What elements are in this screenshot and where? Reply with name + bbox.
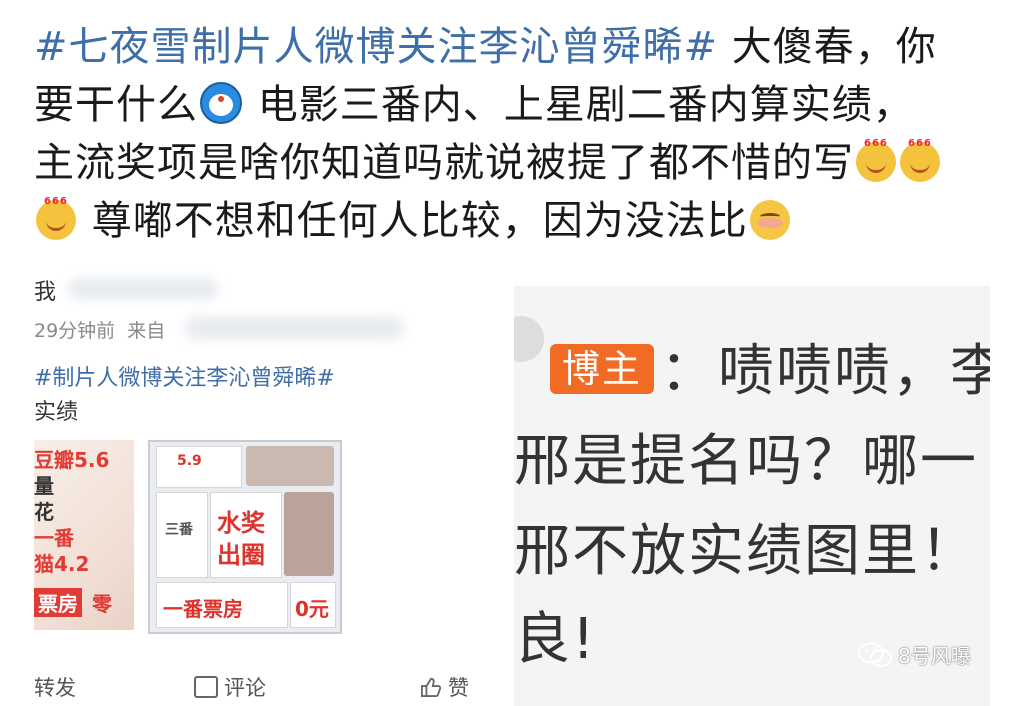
collage-photo: [246, 446, 334, 486]
comment-line-1: 博主 ：啧啧啧，李: [550, 340, 990, 404]
post-text-segment: 电影三番内、上星剧二番内算实绩，: [244, 82, 914, 128]
collage-label: 水奖: [217, 509, 265, 537]
collage-label: 三番: [165, 522, 193, 538]
post-text-segment: 主流奖项是啥你知道吗就说被提了都不惜的写: [34, 140, 854, 186]
image-tag: 票房: [34, 588, 82, 617]
image-tag: 豆瓣5.6: [34, 448, 110, 472]
user-name[interactable]: 我: [34, 274, 56, 306]
post-line-1: #七夜雪制片人微博关注李沁曾舜晞# 大傻春，你: [34, 18, 994, 76]
comment-button[interactable]: 评论: [194, 672, 266, 702]
post-body: #七夜雪制片人微博关注李沁曾舜晞# 大傻春，你 要干什么 电影三番内、上星剧二番…: [34, 18, 994, 250]
wechat-icon: [858, 642, 892, 667]
post-line-2: 要干什么 电影三番内、上星剧二番内算实绩，: [34, 76, 994, 134]
like-button[interactable]: 赞: [420, 672, 469, 702]
embedded-hashtag-link[interactable]: #制片人微博关注李沁曾舜晞#: [34, 360, 335, 392]
doraemon-emoji-icon: [200, 82, 242, 124]
post-line-4: 尊嘟不想和任何人比较，因为没法比: [34, 192, 994, 250]
post-text-segment: 要干什么: [34, 82, 198, 128]
image-tag: 量: [34, 474, 54, 498]
image-tag: 零: [92, 592, 112, 616]
post-image-1[interactable]: 豆瓣5.6 量 花 一番 猫4.2 票房 零: [34, 440, 134, 630]
comment-icon: [194, 676, 218, 698]
post-line-3: 主流奖项是啥你知道吗就说被提了都不惜的写: [34, 134, 994, 192]
post-image-2[interactable]: 5.9 三番 水奖 出圈 一番票房 0元: [148, 440, 342, 634]
image-tag: 一番: [34, 526, 74, 550]
post-time: 29分钟前: [34, 320, 116, 342]
topic-hashtag-link[interactable]: #七夜雪制片人微博关注李沁曾舜晞#: [34, 24, 718, 70]
shy-emoji-icon: [749, 200, 790, 240]
embedded-post-text: 实绩: [34, 400, 79, 425]
collage-photo: [284, 492, 334, 576]
watermark-text: 8号风曝: [898, 644, 971, 668]
comment-line-3: 邢不放实绩图里！: [514, 519, 978, 584]
repost-button[interactable]: 转发: [34, 672, 76, 702]
666-emoji-icon: [900, 138, 940, 182]
comment-label: 评论: [224, 676, 266, 700]
collage-panel: 5.9: [156, 446, 242, 488]
collage-panel: 三番: [156, 492, 208, 578]
comment-line-4: 良!: [514, 607, 597, 672]
image-tag: 花: [34, 500, 54, 524]
post-text-segment: 大傻春，你: [718, 24, 937, 70]
repost-label: 转发: [34, 676, 76, 700]
embedded-weibo-screenshot: 我 29分钟前 来自 #制片人微博关注李沁曾舜晞# 实绩 豆瓣5.6 量 花 一…: [34, 262, 504, 706]
avatar: [514, 316, 544, 362]
blurred-username: [68, 278, 218, 300]
post-meta: 29分钟前 来自: [34, 316, 165, 343]
collage-panel: 一番票房: [156, 582, 288, 628]
collage-panel: 水奖 出圈: [210, 492, 282, 578]
collage-panel: 0元: [290, 582, 336, 628]
comment-text: ：啧啧啧，李: [660, 339, 990, 404]
blogger-badge: 博主: [550, 344, 655, 394]
comment-line-2: 邢是提名吗？哪一: [514, 429, 978, 494]
account-watermark: 8号风曝: [858, 640, 971, 669]
blurred-source: [184, 316, 404, 340]
collage-label: 0元: [295, 597, 329, 621]
collage-label: 5.9: [177, 453, 202, 469]
666-emoji-icon: [36, 196, 76, 240]
image-tag: 猫4.2: [34, 552, 90, 576]
post-text-segment: 尊嘟不想和任何人比较，因为没法比: [78, 198, 748, 244]
collage-label: 出圈: [217, 541, 265, 569]
thumbs-up-icon: [421, 677, 442, 697]
like-label: 赞: [448, 676, 469, 700]
666-emoji-icon: [856, 138, 896, 182]
collage-label: 一番票房: [163, 597, 243, 621]
user-row: 我: [34, 274, 264, 306]
post-action-bar: 转发 评论 赞: [34, 672, 504, 702]
post-source-label: 来自: [127, 320, 166, 342]
